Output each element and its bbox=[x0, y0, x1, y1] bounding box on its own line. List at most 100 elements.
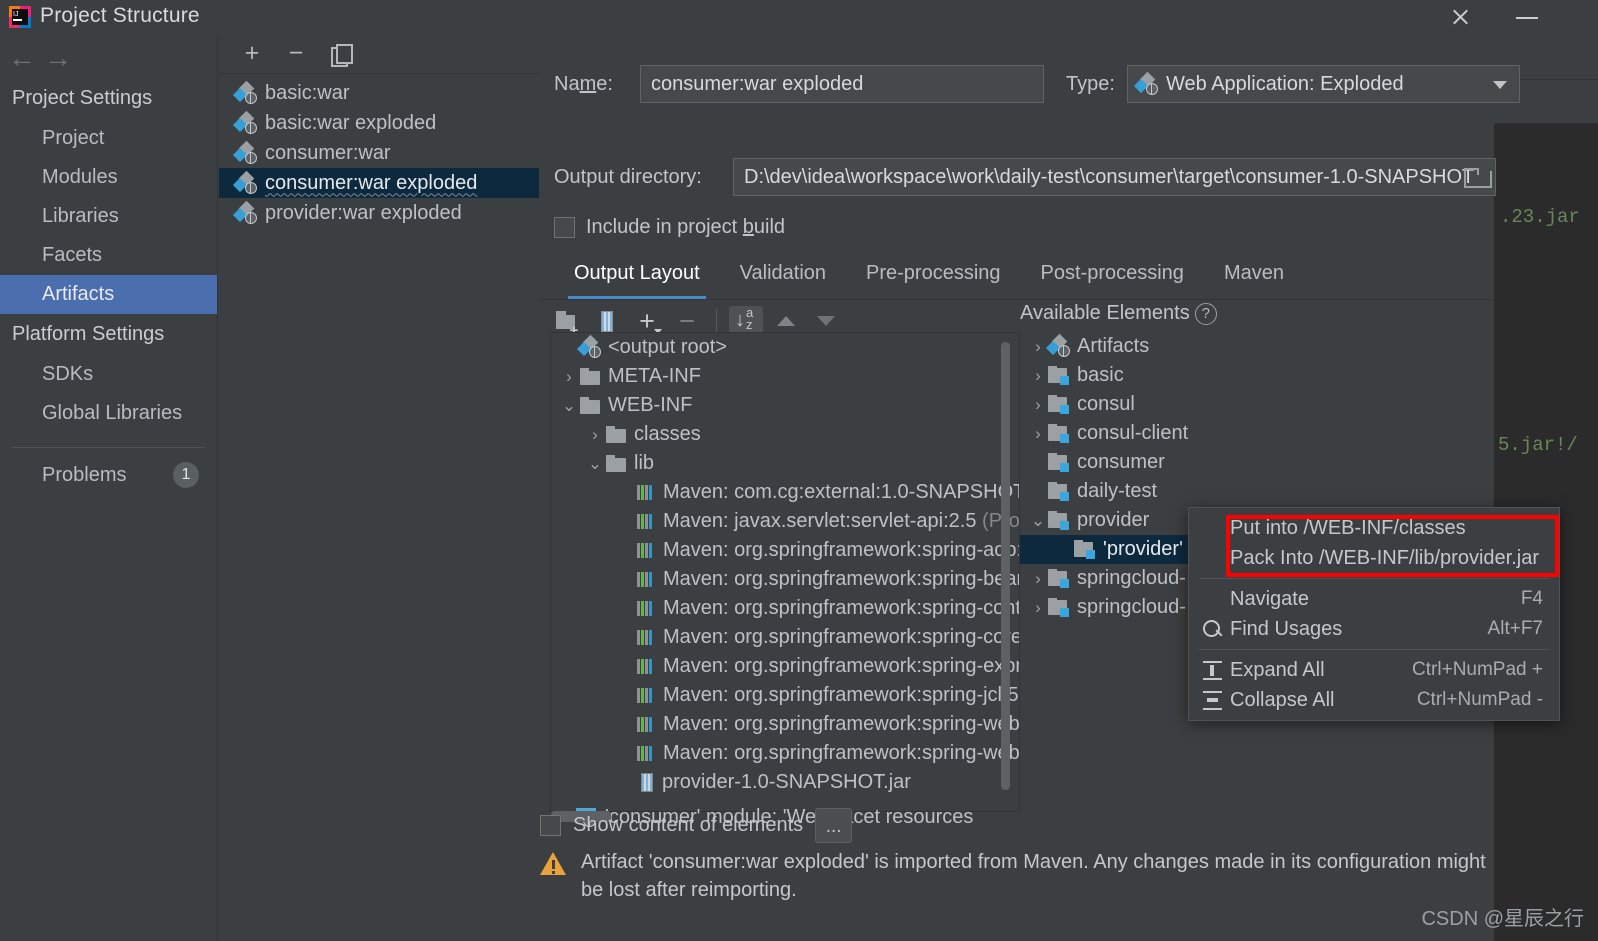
close-icon[interactable] bbox=[1440, 2, 1480, 32]
tree-row[interactable]: Maven: com.cg:external:1.0-SNAPSHOT (Pr bbox=[551, 478, 1019, 507]
tab-pre-processing[interactable]: Pre-processing bbox=[846, 256, 1021, 300]
library-icon bbox=[637, 686, 656, 705]
tree-row[interactable]: › classes bbox=[551, 420, 1019, 449]
menu-item-find-usages[interactable]: Find Usages Alt+F7 bbox=[1189, 614, 1559, 644]
tree-row[interactable]: ⌄ lib bbox=[551, 449, 1019, 478]
tab-maven[interactable]: Maven bbox=[1204, 256, 1304, 300]
tree-row[interactable]: ⌄ WEB-INF bbox=[551, 391, 1019, 420]
output-layout-tree[interactable]: › <output root> › META-INF ⌄ WEB-INF › bbox=[550, 332, 1020, 812]
available-elements-title: Available Elements ? bbox=[1020, 302, 1217, 325]
menu-item-collapse-all[interactable]: Collapse All Ctrl+NumPad - bbox=[1189, 685, 1559, 715]
artifact-type-combobox[interactable]: Web Application: Exploded bbox=[1127, 65, 1520, 103]
tree-row[interactable]: Maven: org.springframework:spring-expres bbox=[551, 652, 1019, 681]
tree-row[interactable]: › consul bbox=[1020, 390, 1488, 419]
chevron-right-icon[interactable]: › bbox=[1028, 598, 1048, 618]
name-label: Name: bbox=[554, 73, 613, 95]
window-minimize-button[interactable] bbox=[1508, 2, 1548, 32]
chevron-right-icon[interactable]: › bbox=[1028, 337, 1048, 357]
menu-item-put-into-classes[interactable]: Put into /WEB-INF/classes bbox=[1189, 513, 1559, 543]
tree-row-label: Artifacts bbox=[1077, 335, 1150, 357]
tree-row[interactable]: › daily-test bbox=[1020, 477, 1488, 506]
library-icon bbox=[637, 628, 656, 647]
sidebar-item-problems[interactable]: Problems 1 bbox=[0, 448, 217, 488]
new-folder-icon: + bbox=[555, 311, 579, 339]
tree-row[interactable]: › META-INF bbox=[551, 362, 1019, 391]
detail-tabs: Output Layout Validation Pre-processing … bbox=[554, 256, 1480, 300]
include-in-build-row[interactable]: Include in project build bbox=[554, 216, 785, 239]
tree-row[interactable]: Maven: org.springframework:spring-contex bbox=[551, 594, 1019, 623]
tab-validation[interactable]: Validation bbox=[720, 256, 846, 300]
chevron-right-icon[interactable]: › bbox=[1028, 569, 1048, 589]
tab-post-processing[interactable]: Post-processing bbox=[1021, 256, 1204, 300]
library-icon bbox=[637, 715, 656, 734]
tree-row[interactable]: provider-1.0-SNAPSHOT.jar bbox=[551, 768, 1019, 797]
menu-item-expand-all[interactable]: Expand All Ctrl+NumPad + bbox=[1189, 655, 1559, 685]
chevron-down-icon[interactable]: ⌄ bbox=[1028, 511, 1048, 531]
tree-row[interactable]: Maven: org.springframework:spring-jcl:5.… bbox=[551, 681, 1019, 710]
tree-row[interactable]: › Artifacts bbox=[1020, 332, 1488, 361]
scrollbar-thumb[interactable] bbox=[1001, 342, 1010, 790]
arrow-right-icon[interactable]: → bbox=[44, 42, 72, 74]
sidebar-item-libraries[interactable]: Libraries bbox=[0, 197, 217, 236]
output-directory-input[interactable]: D:\dev\idea\workspace\work\daily-test\co… bbox=[733, 158, 1496, 196]
watermark: CSDN @星辰之行 bbox=[1421, 908, 1584, 930]
tree-row[interactable]: Maven: org.springframework:spring-aop:5. bbox=[551, 536, 1019, 565]
tree-row-label: <output root> bbox=[608, 336, 727, 358]
tree-row[interactable]: › consul-client bbox=[1020, 419, 1488, 448]
more-options-button[interactable]: ... bbox=[815, 808, 853, 843]
chevron-right-icon[interactable]: › bbox=[1028, 366, 1048, 386]
chevron-down-icon[interactable]: ⌄ bbox=[585, 454, 605, 474]
sidebar-item-modules[interactable]: Modules bbox=[0, 158, 217, 197]
expand-all-icon bbox=[1203, 660, 1230, 680]
tree-row-label: provider bbox=[1077, 509, 1150, 531]
tree-row[interactable]: Maven: org.springframework:spring-web:5. bbox=[551, 710, 1019, 739]
chevron-right-icon[interactable]: › bbox=[1028, 395, 1048, 415]
folder-browse-icon[interactable] bbox=[1464, 168, 1492, 188]
tree-row-label: springcloud- bbox=[1077, 596, 1186, 618]
list-item[interactable]: basic:war exploded bbox=[219, 108, 539, 138]
sidebar-item-artifacts[interactable]: Artifacts bbox=[0, 275, 217, 314]
sidebar-group-platform-settings: Platform Settings bbox=[12, 323, 165, 345]
list-item[interactable]: provider:war exploded bbox=[219, 198, 539, 228]
list-item-selected[interactable]: consumer:war exploded bbox=[219, 168, 539, 198]
tree-row[interactable]: Maven: org.springframework:spring-core:5… bbox=[551, 623, 1019, 652]
tree-row[interactable]: › basic bbox=[1020, 361, 1488, 390]
copy-artifact-button[interactable] bbox=[325, 40, 355, 68]
show-content-checkbox[interactable] bbox=[540, 815, 561, 836]
chevron-down-icon[interactable]: ⌄ bbox=[559, 396, 579, 416]
sidebar-item-sdks[interactable]: SDKs bbox=[0, 355, 217, 394]
chevron-right-icon[interactable]: › bbox=[585, 425, 605, 445]
tree-row[interactable]: Maven: org.springframework:spring-webmv bbox=[551, 739, 1019, 768]
library-icon bbox=[637, 512, 656, 531]
menu-item-navigate[interactable]: Navigate F4 bbox=[1189, 584, 1559, 614]
include-in-build-checkbox[interactable] bbox=[554, 217, 575, 238]
library-icon bbox=[637, 483, 656, 502]
sidebar-item-facets[interactable]: Facets bbox=[0, 236, 217, 275]
arrow-left-icon[interactable]: ← bbox=[8, 42, 36, 74]
name-row: Name: consumer:war exploded Type: Web Ap… bbox=[554, 65, 1520, 103]
list-item[interactable]: basic:war bbox=[219, 78, 539, 108]
tree-row-label: Maven: org.springframework:spring-contex bbox=[663, 597, 1020, 619]
tab-output-layout[interactable]: Output Layout bbox=[554, 256, 720, 300]
tree-vertical-scrollbar[interactable] bbox=[1001, 334, 1010, 810]
show-content-row[interactable]: Show content of elements ... bbox=[540, 808, 853, 843]
menu-item-label: Pack Into /WEB-INF/lib/provider.jar bbox=[1230, 546, 1539, 569]
question-mark-icon[interactable]: ? bbox=[1194, 302, 1217, 325]
sidebar-item-global-libraries[interactable]: Global Libraries bbox=[0, 394, 217, 433]
chevron-right-icon[interactable]: › bbox=[559, 367, 579, 387]
tree-row[interactable]: Maven: javax.servlet:servlet-api:2.5 (Pr… bbox=[551, 507, 1019, 536]
dialog-titlebar: IJ Project Structure bbox=[0, 0, 1494, 34]
sidebar-item-project[interactable]: Project bbox=[0, 119, 217, 158]
tree-row[interactable]: › consumer bbox=[1020, 448, 1488, 477]
chevron-right-icon[interactable]: › bbox=[1028, 424, 1048, 444]
tree-row[interactable]: Maven: org.springframework:spring-beans: bbox=[551, 565, 1019, 594]
menu-item-pack-into-lib[interactable]: Pack Into /WEB-INF/lib/provider.jar bbox=[1189, 543, 1559, 573]
add-artifact-button[interactable]: + bbox=[237, 39, 267, 68]
library-icon bbox=[637, 599, 656, 618]
list-item[interactable]: consumer:war bbox=[219, 138, 539, 168]
settings-sidebar: ← → Project Settings Project Modules Lib… bbox=[0, 34, 218, 941]
artifact-icon bbox=[1133, 71, 1158, 95]
artifact-name-input[interactable]: consumer:war exploded bbox=[640, 65, 1044, 103]
tree-row[interactable]: › <output root> bbox=[551, 333, 1019, 362]
remove-artifact-button[interactable]: − bbox=[281, 39, 311, 68]
